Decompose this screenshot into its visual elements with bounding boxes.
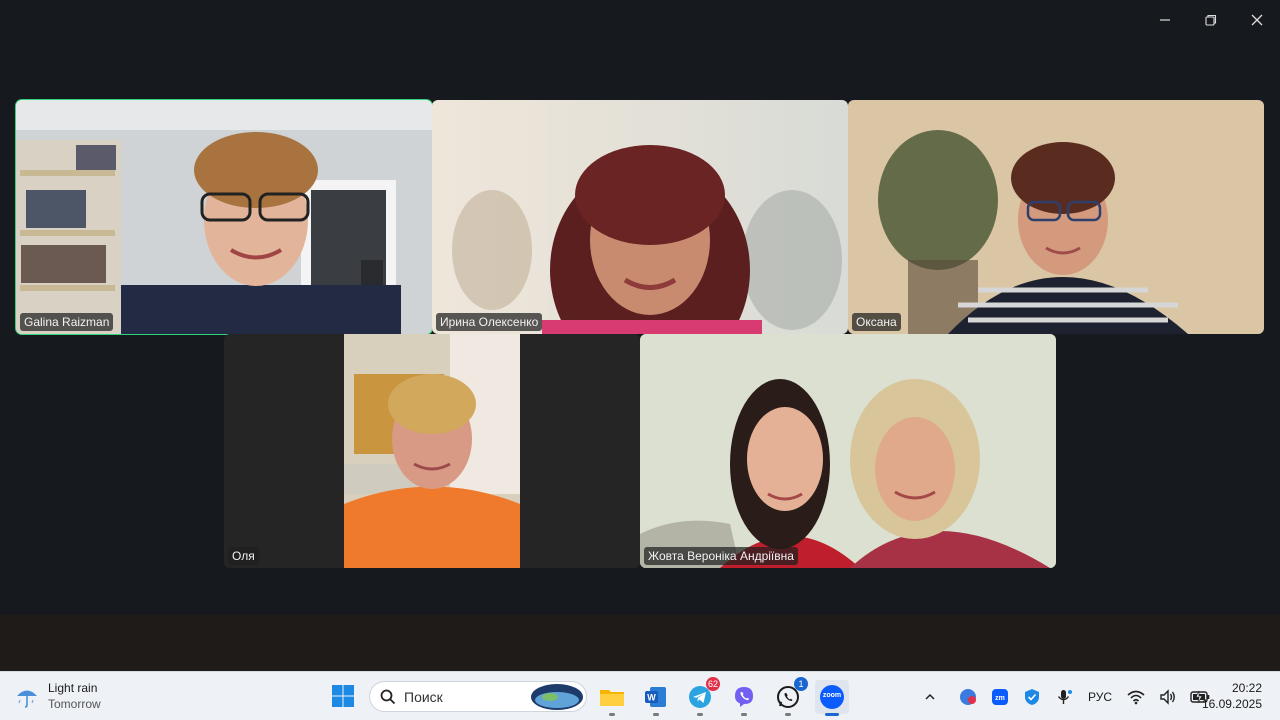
taskbar-search[interactable]: Поиск — [369, 681, 587, 712]
show-hidden-icons-button[interactable] — [918, 685, 942, 709]
chat-app-icon — [960, 688, 976, 705]
participant-video — [640, 334, 1056, 568]
running-indicator — [609, 713, 615, 716]
word-icon: W — [645, 687, 666, 707]
start-button[interactable] — [329, 682, 357, 710]
participant-name: Жовта Вероніка Андріївна — [644, 547, 798, 565]
participant-video — [432, 100, 848, 334]
whatsapp-badge: 1 — [794, 677, 808, 691]
file-explorer-button[interactable] — [595, 680, 629, 716]
zoom-button[interactable]: zoom — [815, 680, 849, 716]
weather-time: Tomorrow — [48, 697, 101, 711]
zoom-tray-button[interactable]: zm — [988, 685, 1012, 709]
participant-video — [848, 100, 1264, 334]
svg-text:W: W — [647, 693, 656, 703]
security-tray-button[interactable] — [1020, 685, 1044, 709]
video-gallery: Galina Raizman Ирина Олексенко Оксана Ол… — [0, 0, 1280, 615]
active-indicator — [825, 713, 839, 716]
weather-condition: Light rain — [48, 681, 98, 695]
shield-icon — [1025, 688, 1039, 705]
network-button[interactable] — [1124, 685, 1148, 709]
volume-button[interactable] — [1156, 685, 1180, 709]
video-tile-veronika[interactable]: Жовта Вероніка Андріївна — [640, 334, 1056, 568]
search-label: Поиск — [404, 688, 443, 705]
clock-date: 16.09.2025 — [1201, 697, 1262, 711]
video-tile-iryna[interactable]: Ирина Олексенко — [432, 100, 848, 334]
running-indicator — [697, 713, 703, 716]
telegram-badge: 62 — [705, 677, 720, 691]
video-tile-olya[interactable]: Оля — [224, 334, 640, 568]
windows-logo-icon — [332, 685, 354, 707]
clock[interactable]: 20:22 16.09.2025 — [1202, 680, 1262, 712]
tray-app-button[interactable] — [956, 685, 980, 709]
viber-button[interactable] — [727, 680, 761, 716]
video-tile-oksana[interactable]: Оксана — [848, 100, 1264, 334]
microphone-tray-button[interactable] — [1052, 685, 1076, 709]
word-button[interactable]: W — [639, 680, 673, 716]
running-indicator — [653, 713, 659, 716]
running-indicator — [741, 713, 747, 716]
stage-footer — [0, 615, 1280, 671]
participant-name: Galina Raizman — [20, 313, 114, 331]
weather-widget[interactable]: Light rain Tomorrow — [14, 680, 101, 712]
participant-name: Оля — [228, 547, 259, 565]
running-indicator — [785, 713, 791, 716]
participant-name: Ирина Олексенко — [436, 313, 543, 331]
zoom-icon-label: zoom — [822, 692, 842, 699]
chevron-up-icon — [925, 693, 935, 700]
taskbar: Light rain Tomorrow Поиск W 62 1 zoom zm… — [0, 671, 1280, 720]
file-explorer-icon — [600, 690, 624, 706]
svg-text:zm: zm — [995, 695, 1005, 702]
speaker-icon — [1160, 688, 1175, 705]
umbrella-rain-icon — [17, 690, 37, 708]
input-language[interactable]: РУС — [1088, 690, 1112, 704]
participant-video — [16, 100, 432, 334]
system-tray: zm РУС — [914, 672, 1216, 720]
search-highlight-icon — [531, 684, 583, 710]
zoom-tray-icon: zm — [992, 688, 1008, 705]
participant-video — [224, 334, 640, 568]
whatsapp-button[interactable]: 1 — [771, 677, 808, 716]
wifi-icon — [1127, 690, 1145, 704]
search-icon — [380, 689, 396, 704]
microphone-icon — [1057, 689, 1072, 704]
video-tile-galina[interactable]: Galina Raizman — [15, 99, 433, 335]
clock-time: 20:22 — [1231, 681, 1262, 695]
participant-name: Оксана — [852, 313, 901, 331]
viber-icon — [735, 687, 753, 707]
telegram-button[interactable]: 62 — [683, 677, 720, 716]
